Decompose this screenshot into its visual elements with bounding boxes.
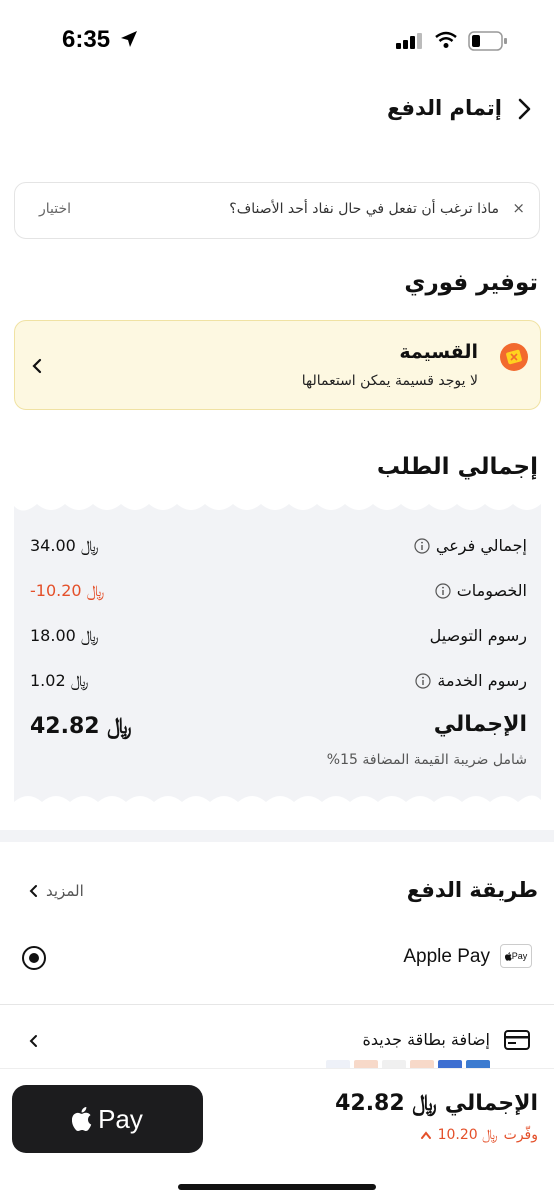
savings-summary[interactable]: وفّرت 10.20 ﷼ (420, 1127, 538, 1143)
battery-icon (468, 31, 507, 51)
page-title: إتمام الدفع (386, 96, 502, 120)
apple-pay-logo: Pay (500, 944, 532, 968)
instant-savings-title: توفير فوري (404, 270, 538, 296)
discounts-label: الخصومات (456, 581, 527, 600)
section-divider (0, 830, 554, 842)
scallop-edge-top (14, 504, 541, 511)
order-total-value: 42.82 ﷼ (30, 714, 132, 739)
back-chevron-icon[interactable] (514, 96, 534, 122)
wifi-icon (435, 31, 457, 48)
apple-logo-icon (72, 1107, 92, 1131)
payment-method-title: طريقة الدفع (406, 878, 538, 902)
delivery-fee-label: رسوم التوصيل (429, 626, 527, 645)
bottom-total-label: الإجمالي (444, 1091, 538, 1116)
service-fee-label: رسوم الخدمة (437, 671, 527, 690)
voucher-icon (500, 343, 528, 371)
info-icon[interactable] (435, 582, 451, 599)
more-payment-methods-link[interactable]: المزيد (28, 882, 84, 900)
vat-note: شامل ضريبة القيمة المضافة 15% (326, 752, 527, 768)
divider (0, 1004, 554, 1005)
bottom-total-value: 42.82 ﷼ (335, 1091, 437, 1116)
scallop-edge-bottom (14, 795, 541, 802)
more-label: المزيد (46, 882, 84, 900)
bottom-total: الإجمالي 42.82 ﷼ (335, 1091, 538, 1116)
subtotal-value: 34.00 ﷼ (30, 536, 99, 555)
delivery-fee-value: 18.00 ﷼ (30, 626, 99, 645)
apple-pay-button[interactable]: Pay (12, 1085, 203, 1153)
order-total-label: الإجمالي (433, 712, 527, 737)
order-summary-box: إجمالي فرعي 34.00 ﷼ الخصومات -10.20 ﷼ رس… (14, 504, 541, 802)
info-icon[interactable] (415, 672, 432, 689)
location-arrow-icon (121, 31, 137, 47)
apple-pay-logo-text: Pay (511, 951, 528, 961)
discounts-value: -10.20 ﷼ (30, 581, 105, 600)
apple-pay-radio-selected[interactable] (22, 946, 46, 970)
out-of-stock-select-link[interactable]: اختيار (39, 201, 71, 217)
add-new-card-label[interactable]: إضافة بطاقة جديدة (362, 1030, 490, 1049)
saved-label: وفّرت (503, 1127, 538, 1143)
discounts-row: الخصومات -10.20 ﷼ (14, 579, 541, 605)
saved-value: 10.20 ﷼ (437, 1127, 498, 1143)
voucher-subtitle: لا يوجد قسيمة يمكن استعمالها (301, 373, 478, 389)
cellular-signal-icon (396, 33, 422, 49)
status-time: 6:35 (62, 26, 111, 53)
chevron-left-icon (32, 358, 42, 374)
header: إتمام الدفع (0, 88, 554, 132)
subtotal-row: إجمالي فرعي 34.00 ﷼ (14, 534, 541, 560)
chevron-left-icon (29, 885, 37, 897)
info-icon[interactable] (414, 537, 430, 554)
subtotal-label: إجمالي فرعي (435, 536, 527, 555)
chevron-left-icon[interactable] (28, 1034, 38, 1048)
service-fee-row: رسوم الخدمة 1.02 ﷼ (14, 669, 541, 695)
credit-card-icon (504, 1030, 530, 1050)
apple-logo-icon (504, 951, 512, 961)
out-of-stock-question: ماذا ترغب أن تفعل في حال نفاد أحد الأصنا… (229, 201, 499, 217)
status-bar: 6:35 (0, 0, 554, 80)
order-summary-title: إجمالي الطلب (376, 454, 538, 480)
voucher-title: القسيمة (399, 341, 478, 363)
voucher-card[interactable]: القسيمة لا يوجد قسيمة يمكن استعمالها (14, 320, 541, 410)
bottom-checkout-bar: Pay الإجمالي 42.82 ﷼ وفّرت 10.20 ﷼ (0, 1068, 554, 1200)
chevron-up-icon (420, 1131, 431, 1139)
apple-pay-label: Apple Pay (403, 946, 490, 967)
delivery-fee-row: رسوم التوصيل 18.00 ﷼ (14, 624, 541, 650)
out-of-stock-preference-card[interactable]: × ماذا ترغب أن تفعل في حال نفاد أحد الأص… (14, 182, 540, 239)
service-fee-value: 1.02 ﷼ (30, 671, 89, 690)
close-icon[interactable]: × (512, 199, 525, 217)
home-indicator (178, 1184, 376, 1190)
pay-button-label: Pay (98, 1103, 143, 1134)
